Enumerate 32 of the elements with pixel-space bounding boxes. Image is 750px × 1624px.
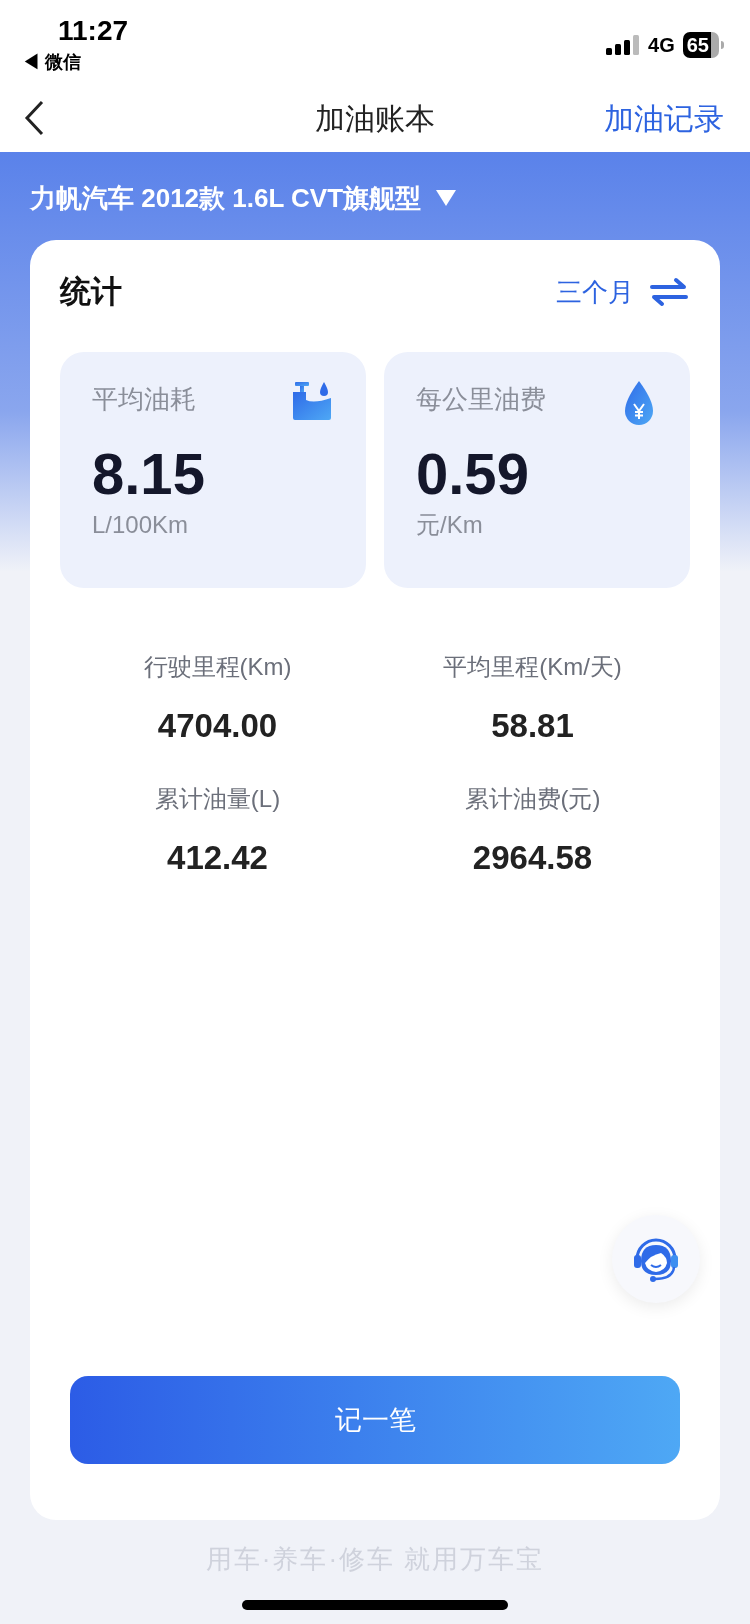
fuel-records-link[interactable]: 加油记录 xyxy=(604,95,726,141)
signal-icon xyxy=(606,35,641,55)
highlight-value: 8.15 xyxy=(92,442,206,506)
highlight-unit: L/100Km xyxy=(92,510,190,540)
battery-indicator: 65 xyxy=(682,32,711,58)
metric-value: 412.42 xyxy=(167,838,268,878)
status-time: 11:27 xyxy=(57,14,129,48)
dropdown-triangle-icon xyxy=(435,189,458,207)
network-label: 4G xyxy=(648,33,675,58)
car-selector[interactable]: 力帆汽车 2012款 1.6L CVT旗舰型 xyxy=(30,176,458,220)
highlight-value: 0.59 xyxy=(416,442,530,506)
metric-label: 累计油量(L) xyxy=(154,784,281,814)
battery-tip xyxy=(721,41,724,49)
back-to-app-link[interactable]: ◀ 微信 xyxy=(22,50,129,74)
metric-value: 4704.00 xyxy=(157,706,278,746)
page-title: 加油账本 xyxy=(315,100,435,137)
metric-label: 平均里程(Km/天) xyxy=(443,652,622,682)
highlight-unit: 元/Km xyxy=(416,510,484,540)
metric-value: 2964.58 xyxy=(472,838,593,878)
back-icon[interactable] xyxy=(24,100,46,136)
metric-label: 累计油费(元) xyxy=(464,784,601,814)
money-drop-icon xyxy=(622,380,656,428)
metric-value: 58.81 xyxy=(491,706,574,746)
fuel-tank-icon xyxy=(292,380,332,420)
add-record-button[interactable]: 记一笔 xyxy=(70,1376,680,1464)
metric-label: 行驶里程(Km) xyxy=(143,652,292,682)
swap-arrows-icon xyxy=(650,277,688,307)
stats-title: 统计 xyxy=(60,272,122,311)
battery-empty-part xyxy=(711,32,719,58)
highlight-label: 平均油耗 xyxy=(92,383,196,416)
highlight-label: 每公里油费 xyxy=(416,383,546,416)
period-button[interactable]: 三个月 xyxy=(556,272,690,312)
